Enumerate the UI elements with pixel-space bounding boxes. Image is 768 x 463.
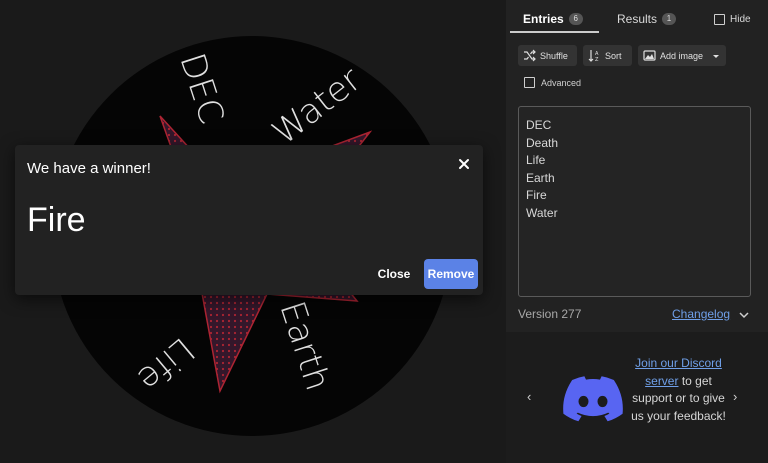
entries-textarea[interactable]: DEC Death Life Earth Fire Water: [518, 106, 751, 297]
entry-line: Fire: [526, 188, 547, 203]
carousel-next-button[interactable]: ›: [733, 389, 737, 404]
winner-dialog: We have a winner! Fire Close Remove: [15, 145, 483, 295]
sort-icon: A Z: [588, 50, 599, 62]
wheel-label-life: Life: [129, 329, 202, 399]
chevron-down-icon[interactable]: [738, 309, 750, 321]
dialog-title: We have a winner!: [27, 160, 151, 177]
winner-name: Fire: [27, 201, 86, 239]
entries-count-badge: 6: [568, 13, 583, 25]
tab-results-label: Results: [617, 12, 658, 26]
remove-button[interactable]: Remove: [424, 259, 478, 289]
advanced-label: Advanced: [541, 77, 582, 88]
entry-line: Life: [526, 153, 546, 168]
tab-entries[interactable]: Entries 6: [523, 12, 583, 26]
add-image-button[interactable]: Add image: [638, 45, 726, 66]
wheel-area: DEC Water Earth Life We have a winner! F…: [0, 0, 506, 463]
sort-button[interactable]: A Z Sort: [583, 45, 632, 66]
wheel-label-dec: DEC: [171, 48, 231, 128]
entry-line: Death: [526, 135, 559, 150]
add-image-label: Add image: [660, 50, 704, 61]
discord-panel: ‹ Join our Discord server to get support…: [506, 332, 768, 463]
shuffle-button[interactable]: Shuffle: [518, 45, 577, 66]
entry-line: Earth: [526, 170, 555, 185]
entry-line: DEC: [526, 118, 552, 132]
sort-label: Sort: [605, 50, 622, 61]
close-icon[interactable]: [455, 155, 473, 173]
close-button[interactable]: Close: [377, 259, 411, 289]
shuffle-icon: [524, 49, 536, 62]
tab-entries-label: Entries: [523, 12, 564, 26]
discord-text: Join our Discord server to get support o…: [631, 355, 726, 425]
advanced-checkbox-box[interactable]: [524, 77, 535, 88]
image-icon: [643, 50, 656, 61]
carousel-prev-button[interactable]: ‹: [527, 389, 531, 404]
entry-line: Water: [526, 205, 558, 220]
shuffle-label: Shuffle: [540, 50, 568, 61]
wheel-label-earth: Earth: [271, 296, 337, 395]
version-label: Version 277: [518, 307, 582, 321]
svg-text:Z: Z: [595, 57, 599, 62]
hide-checkbox-box[interactable]: [714, 14, 725, 25]
changelog-link[interactable]: Changelog: [672, 307, 730, 321]
advanced-checkbox[interactable]: Advanced: [524, 77, 581, 88]
discord-icon: [563, 376, 623, 422]
caret-down-icon: [713, 54, 720, 58]
hide-label: Hide: [730, 14, 751, 25]
hide-checkbox[interactable]: Hide: [714, 14, 751, 25]
active-tab-indicator: [510, 31, 599, 33]
sidebar: Entries 6 Results 1 Hide Shuffle A Z Sor…: [506, 0, 768, 463]
results-count-badge: 1: [662, 13, 677, 25]
tab-results[interactable]: Results 1: [617, 12, 677, 26]
